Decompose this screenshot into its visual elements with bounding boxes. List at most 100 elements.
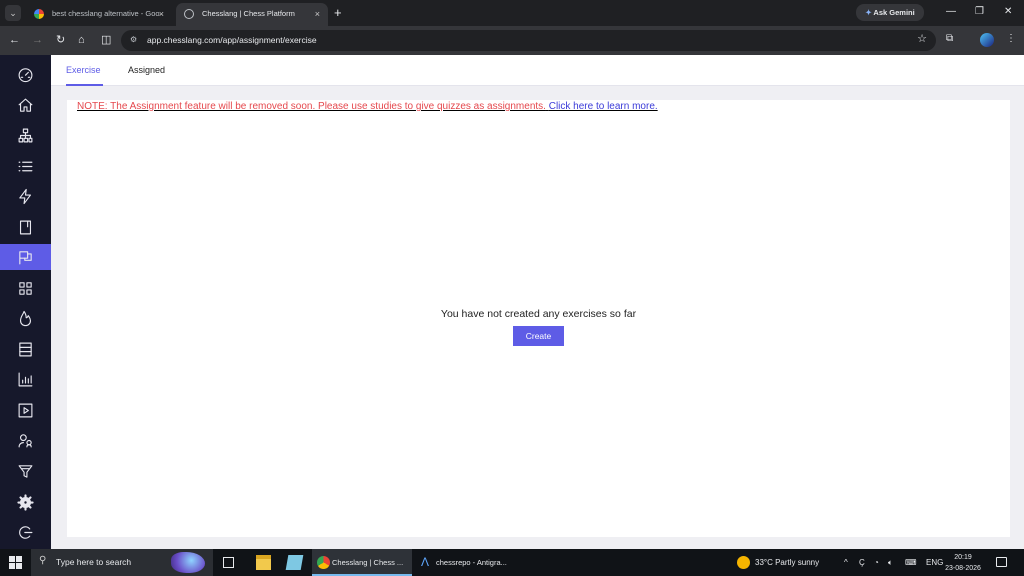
assignment-icon — [19, 250, 32, 264]
settings-icon — [17, 493, 34, 511]
close-tab-icon[interactable]: × — [159, 3, 164, 25]
chrome-icon — [317, 556, 330, 569]
tab-chesslang[interactable]: Chesslang | Chess Platform × — [176, 3, 328, 26]
lightning-icon — [19, 188, 32, 204]
sidebar-item-grid[interactable] — [0, 275, 51, 301]
tab-exercise[interactable]: Exercise — [66, 65, 101, 75]
tab-strip: ⌄ best chesslang alternative - Goo × Che… — [0, 0, 1024, 26]
search-highlight-image — [171, 552, 205, 573]
sidebar-item-users[interactable] — [0, 427, 51, 453]
content-tabs: Exercise Assigned — [51, 55, 1024, 86]
sidebar-item-logout[interactable] — [0, 519, 51, 545]
book-icon — [19, 220, 32, 234]
taskbar-app-chrome[interactable]: Chesslang | Chess ... — [312, 549, 412, 576]
sidebar-item-structure[interactable] — [0, 122, 51, 148]
bar-chart-icon — [18, 372, 33, 386]
main-content: Exercise Assigned NOTE: The Assignment f… — [51, 55, 1024, 549]
split-view-icon[interactable]: ◫ — [101, 33, 111, 47]
site-info-icon[interactable]: ⚙ — [130, 35, 137, 44]
browser-menu-icon[interactable]: ⋮ — [1006, 33, 1016, 44]
file-explorer-icon[interactable] — [256, 555, 271, 570]
home-icon — [18, 98, 33, 112]
tab-title: Chesslang | Chess Platform — [202, 9, 295, 18]
extensions-icon[interactable]: ⧉ — [946, 33, 953, 44]
browser-toolbar: ← → ↻ ⌂ ◫ ⚙ app.chesslang.com/app/assign… — [0, 26, 1024, 55]
sidebar-item-streak[interactable] — [0, 305, 51, 331]
logout-icon — [19, 525, 33, 539]
tab-search-button[interactable]: ⌄ — [5, 5, 21, 21]
show-hidden-icons[interactable]: ^ — [844, 549, 848, 576]
sidebar-item-settings[interactable] — [0, 489, 51, 515]
taskbar-search[interactable]: ⚲ Type here to search — [31, 549, 213, 576]
sidebar-item-reports[interactable] — [0, 366, 51, 392]
tab-title: best chesslang alternative - Goo — [52, 9, 160, 18]
url-text: app.chesslang.com/app/assignment/exercis… — [147, 35, 317, 45]
search-placeholder: Type here to search — [56, 557, 132, 567]
deprecation-note: NOTE: The Assignment feature will be rem… — [77, 101, 658, 112]
search-icon: ⚲ — [39, 555, 47, 566]
ask-gemini-button[interactable]: ✦ Ask Gemini — [856, 4, 924, 21]
sidebar-item-tactics[interactable] — [0, 183, 51, 209]
app-sidebar — [0, 55, 51, 549]
grid-icon — [19, 281, 32, 295]
home-browser-icon[interactable]: ⌂ — [78, 33, 85, 47]
clock-date: 23-08-2026 — [945, 565, 981, 572]
hierarchy-icon — [18, 128, 33, 142]
restore-icon[interactable]: ❐ — [975, 6, 984, 17]
reload-icon[interactable]: ↻ — [56, 33, 65, 47]
google-icon — [34, 9, 44, 19]
forward-icon[interactable]: → — [32, 33, 43, 47]
address-bar[interactable]: ⚙ app.chesslang.com/app/assignment/exerc… — [121, 30, 936, 51]
active-tab-indicator — [66, 84, 103, 86]
sidebar-item-dashboard[interactable] — [0, 61, 51, 87]
tab-assigned[interactable]: Assigned — [128, 65, 165, 75]
volume-icon[interactable]: 🔈︎ — [888, 549, 893, 576]
speedometer-icon — [18, 67, 33, 82]
browser-window: ⌄ best chesslang alternative - Goo × Che… — [0, 0, 1024, 549]
bookmark-star-icon[interactable]: ☆ — [917, 32, 927, 45]
back-icon[interactable]: ← — [9, 33, 20, 47]
new-tab-button[interactable]: + — [334, 5, 342, 20]
create-button[interactable]: Create — [513, 326, 564, 346]
weather-text: 33°C Partly sunny — [755, 558, 820, 567]
taskbar-app-label: chessrepo - Antigra... — [436, 558, 507, 567]
language-indicator[interactable]: ENG — [926, 549, 943, 576]
list-icon — [18, 161, 33, 171]
sidebar-item-home[interactable] — [0, 92, 51, 118]
sidebar-item-filter[interactable] — [0, 458, 51, 484]
flame-icon — [19, 310, 32, 326]
clock-time: 20:19 — [954, 554, 972, 561]
sidebar-item-assignment[interactable] — [0, 244, 51, 270]
exercise-panel: NOTE: The Assignment feature will be rem… — [67, 100, 1010, 537]
profile-avatar[interactable] — [980, 33, 994, 47]
learn-more-link[interactable]: Click here to learn more. — [549, 101, 658, 112]
gemini-icon: ✦ — [865, 8, 872, 17]
minimize-icon[interactable]: — — [946, 6, 956, 17]
taskbar-app-antigravity[interactable]: Λ chessrepo - Antigra... — [416, 549, 516, 576]
ask-gemini-label: Ask Gemini — [873, 8, 915, 17]
weather-widget[interactable]: 33°C Partly sunny — [735, 549, 819, 576]
archive-icon — [19, 342, 32, 356]
empty-state-message: You have not created any exercises so fa… — [440, 308, 637, 320]
sidebar-item-study[interactable] — [0, 214, 51, 240]
filter-icon — [18, 464, 33, 478]
windows-start-icon[interactable] — [9, 556, 22, 569]
keyboard-layout-icon[interactable]: Ç — [859, 549, 865, 576]
sidebar-item-archive[interactable] — [0, 336, 51, 362]
close-window-icon[interactable]: ✕ — [1004, 6, 1012, 17]
touch-keyboard-icon[interactable]: ⌨ — [905, 549, 917, 576]
play-icon — [18, 403, 33, 417]
wifi-icon[interactable]: ◔ — [874, 549, 879, 576]
notepad-icon[interactable] — [285, 555, 304, 570]
antigravity-icon: Λ — [421, 555, 430, 569]
sidebar-item-videos[interactable] — [0, 397, 51, 423]
taskbar-clock[interactable]: 20:19 23-08-2026 — [944, 552, 982, 574]
note-text: NOTE: The Assignment feature will be rem… — [77, 101, 546, 112]
notifications-icon[interactable] — [996, 557, 1007, 567]
task-view-icon[interactable] — [223, 557, 234, 568]
sidebar-item-list[interactable] — [0, 153, 51, 179]
taskbar-app-label: Chesslang | Chess ... — [332, 558, 404, 567]
tab-google-search[interactable]: best chesslang alternative - Goo × — [26, 3, 172, 26]
close-tab-icon[interactable]: × — [315, 3, 320, 25]
windows-taskbar: ⚲ Type here to search Chesslang | Chess … — [0, 549, 1024, 576]
